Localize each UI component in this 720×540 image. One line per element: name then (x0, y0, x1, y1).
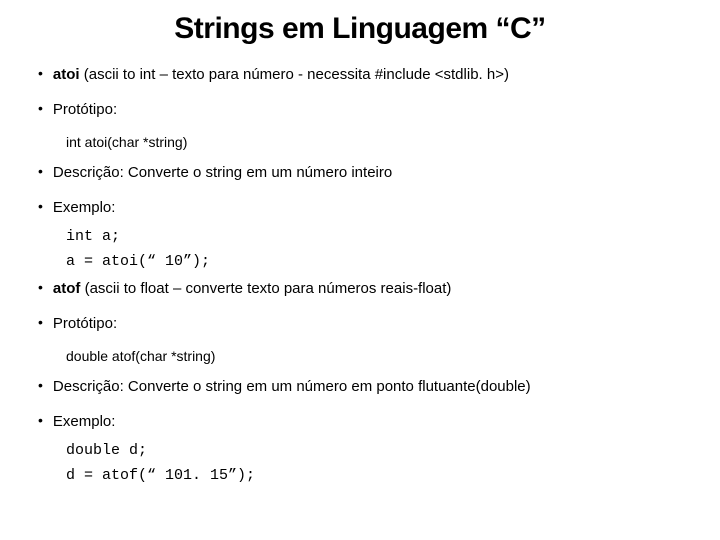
bullet-dot-icon: • (38, 64, 43, 84)
bullet-atoi-intro: • atoi (ascii to int – texto para número… (30, 64, 690, 85)
bullet-dot-icon: • (38, 376, 43, 396)
bullet-dot-icon: • (38, 411, 43, 431)
atoi-desc: (ascii to int – texto para número - nece… (80, 66, 509, 83)
atof-desc: (ascii to float – converte texto para nú… (80, 280, 451, 297)
bullet-dot-icon: • (38, 313, 43, 333)
example-code-1b: a = atoi(“ 10”); (66, 253, 690, 270)
bullet-text: Exemplo: (53, 197, 116, 218)
atof-name: atof (53, 280, 81, 297)
bullet-text: atoi (ascii to int – texto para número -… (53, 64, 509, 85)
bullet-text: atof (ascii to float – converte texto pa… (53, 278, 452, 299)
bullet-prototype-1: • Protótipo: (30, 99, 690, 120)
bullet-description-1: • Descrição: Converte o string em um núm… (30, 162, 690, 183)
example-code-1a: int a; (66, 228, 690, 245)
bullet-dot-icon: • (38, 99, 43, 119)
bullet-atof-intro: • atof (ascii to float – converte texto … (30, 278, 690, 299)
bullet-text: Descrição: Converte o string em um númer… (53, 376, 531, 397)
bullet-dot-icon: • (38, 278, 43, 298)
prototype-signature-2: double atof(char *string) (66, 348, 690, 364)
bullet-example-2: • Exemplo: (30, 411, 690, 432)
example-code-2b: d = atof(“ 101. 15”); (66, 467, 690, 484)
bullet-dot-icon: • (38, 197, 43, 217)
prototype-signature-1: int atoi(char *string) (66, 134, 690, 150)
bullet-dot-icon: • (38, 162, 43, 182)
slide-title: Strings em Linguagem “C” (30, 12, 690, 46)
bullet-description-2: • Descrição: Converte o string em um núm… (30, 376, 690, 397)
bullet-prototype-2: • Protótipo: (30, 313, 690, 334)
bullet-example-1: • Exemplo: (30, 197, 690, 218)
bullet-text: Descrição: Converte o string em um númer… (53, 162, 392, 183)
example-code-2a: double d; (66, 442, 690, 459)
atoi-name: atoi (53, 66, 80, 83)
bullet-text: Protótipo: (53, 313, 117, 334)
bullet-text: Protótipo: (53, 99, 117, 120)
bullet-text: Exemplo: (53, 411, 116, 432)
